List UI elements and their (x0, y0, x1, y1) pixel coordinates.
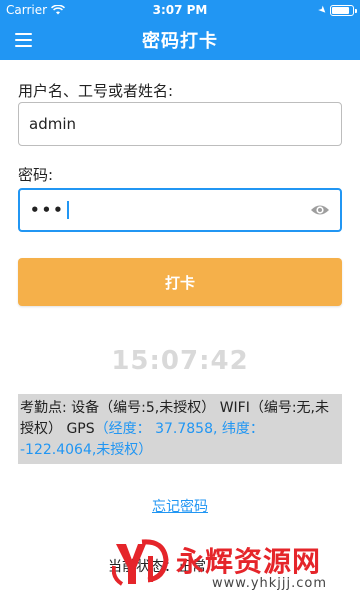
clock-display: 15:07:42 (111, 346, 249, 376)
battery-icon (330, 4, 357, 16)
attendance-info-panel: 考勤点: 设备（编号:5,未授权） WIFI（编号:无,未授权） GPS（经度：… (18, 394, 342, 464)
username-field[interactable]: admin (18, 102, 342, 146)
app-bar: 密码打卡 (0, 20, 360, 60)
status-bar: Carrier 3:07 PM ➤ (0, 0, 360, 20)
watermark-url: www.yhkjjj.com (212, 576, 328, 591)
punch-button[interactable]: 打卡 (18, 258, 342, 306)
forgot-password-link[interactable]: 忘记密码 (0, 496, 360, 516)
page-title: 密码打卡 (142, 31, 218, 52)
location-icon: ➤ (314, 3, 329, 17)
wifi-icon (51, 5, 66, 15)
password-value: ••• (30, 201, 65, 219)
password-label: 密码: (18, 166, 54, 184)
menu-icon[interactable] (15, 33, 32, 47)
status-text: 当前状态：正常 (108, 559, 206, 575)
text-caret (66, 201, 69, 219)
username-label: 用户名、工号或者姓名: (18, 82, 174, 100)
eye-icon[interactable] (310, 202, 330, 218)
password-field[interactable]: ••• (18, 188, 342, 232)
username-value: admin (29, 115, 76, 133)
carrier-label: Carrier (6, 3, 48, 17)
